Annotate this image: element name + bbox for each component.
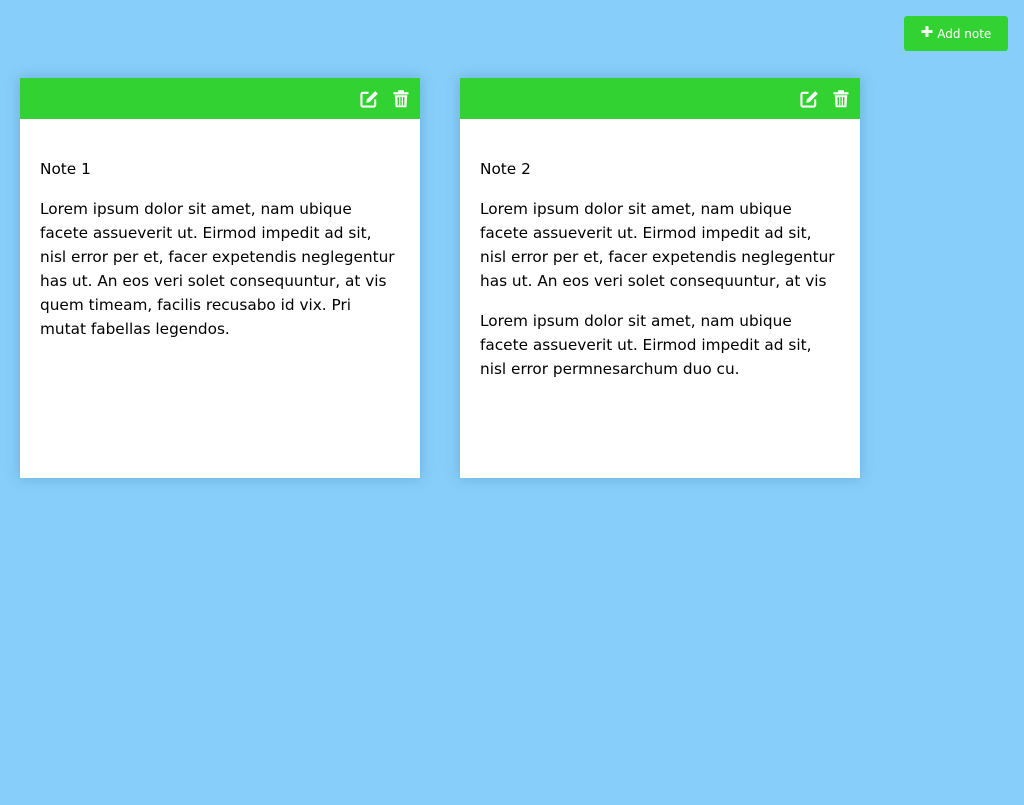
edit-icon[interactable] bbox=[360, 90, 379, 108]
note-paragraph: Lorem ipsum dolor sit amet, nam ubique f… bbox=[480, 200, 835, 290]
note-body[interactable]: Note 1 Lorem ipsum dolor sit amet, nam u… bbox=[20, 119, 420, 341]
note-card-1: Note 1 Lorem ipsum dolor sit amet, nam u… bbox=[20, 78, 420, 478]
note-card-2: Note 2 Lorem ipsum dolor sit amet, nam u… bbox=[460, 78, 860, 478]
trash-icon[interactable] bbox=[393, 90, 409, 108]
note-paragraph: Lorem ipsum dolor sit amet, nam ubique f… bbox=[480, 312, 812, 378]
note-body[interactable]: Note 2 Lorem ipsum dolor sit amet, nam u… bbox=[460, 119, 860, 381]
plus-icon: ✚ bbox=[920, 23, 934, 41]
note-title: Note 1 bbox=[40, 160, 91, 178]
note-toolbar bbox=[20, 78, 420, 119]
add-note-button[interactable]: ✚ Add note bbox=[904, 16, 1008, 51]
note-title: Note 2 bbox=[480, 160, 531, 178]
trash-icon[interactable] bbox=[833, 90, 849, 108]
note-toolbar bbox=[460, 78, 860, 119]
add-note-label: Add note bbox=[937, 26, 992, 41]
edit-icon[interactable] bbox=[800, 90, 819, 108]
note-paragraph: Lorem ipsum dolor sit amet, nam ubique f… bbox=[40, 200, 395, 338]
